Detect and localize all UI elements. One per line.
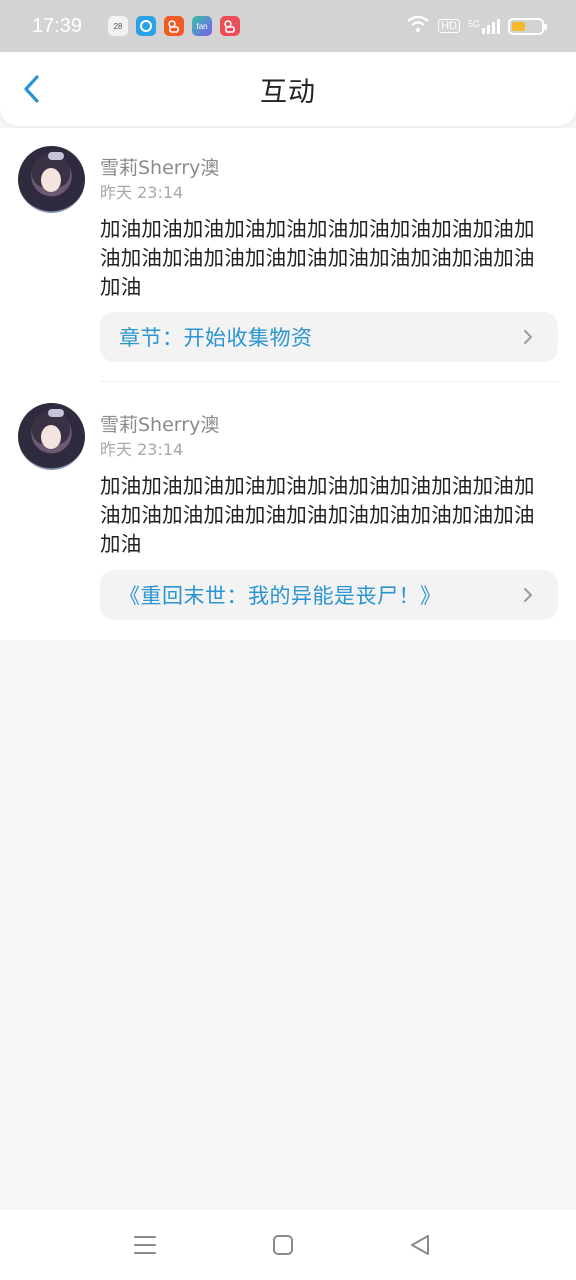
back-button[interactable] [14, 69, 50, 109]
app-fan-icon: fan [192, 16, 213, 36]
comment-time: 昨天 23:14 [100, 440, 184, 459]
nav-back-button[interactable] [406, 1232, 434, 1258]
chevron-right-icon [524, 588, 532, 602]
wifi-icon [406, 15, 430, 37]
calendar-icon: 28 [108, 16, 129, 36]
interaction-feed: 雪莉Sherry澳 昨天 23:14 加油加油加油加油加油加油加油加油加油加油加… [0, 128, 576, 640]
reference-text: 章节：开始收集物资 [119, 326, 313, 350]
status-time: 17:39 [32, 14, 83, 37]
hd-icon: HD [438, 19, 460, 33]
network-type-label: 5G [467, 18, 480, 29]
comment-card: 雪莉Sherry澳 昨天 23:14 加油加油加油加油加油加油加油加油加油加油加… [0, 382, 576, 640]
comment-text: 加油加油加油加油加油加油加油加油加油加油加油加油加油加油加油加油加油加油加油加油… [100, 217, 535, 299]
home-button[interactable] [269, 1232, 297, 1258]
menu-button[interactable] [131, 1232, 159, 1258]
chevron-right-icon [524, 330, 532, 344]
username[interactable]: 雪莉Sherry澳 [100, 412, 558, 438]
chevron-left-icon [24, 75, 39, 103]
comment-card: 雪莉Sherry澳 昨天 23:14 加油加油加油加油加油加油加油加油加油加油加… [0, 128, 576, 382]
kuaishou-icon [164, 16, 185, 36]
status-bar: 17:39 28 fan HD 5G [0, 0, 576, 52]
reference-text: 《重回末世：我的异能是丧尸！》 [119, 584, 442, 608]
app-header: 互动 [0, 52, 576, 126]
book-reference-link[interactable]: 《重回末世：我的异能是丧尸！》 [100, 570, 558, 620]
signal-icon: 5G [467, 18, 500, 34]
home-square-icon [273, 1235, 293, 1255]
chapter-reference-link[interactable]: 章节：开始收集物资 [100, 312, 558, 362]
comment-content: 雪莉Sherry澳 昨天 23:14 加油加油加油加油加油加油加油加油加油加油加… [100, 155, 558, 302]
comment-text: 加油加油加油加油加油加油加油加油加油加油加油加油加油加油加油加油加油加油加油加油… [100, 474, 535, 556]
system-indicators: HD 5G [406, 15, 547, 37]
back-triangle-icon [411, 1235, 429, 1255]
avatar[interactable] [18, 403, 85, 470]
kuaishou-icon-2 [220, 16, 241, 36]
username[interactable]: 雪莉Sherry澳 [100, 155, 558, 181]
notification-icons: 28 fan [108, 16, 241, 36]
battery-level [512, 21, 525, 31]
avatar[interactable] [18, 146, 85, 213]
menu-icon [134, 1236, 156, 1254]
system-nav-bar [0, 1210, 576, 1280]
page-title: 互动 [260, 76, 316, 108]
browser-icon [136, 16, 157, 36]
comment-content: 雪莉Sherry澳 昨天 23:14 加油加油加油加油加油加油加油加油加油加油加… [100, 412, 558, 559]
battery-icon [508, 17, 547, 35]
comment-time: 昨天 23:14 [100, 183, 184, 202]
